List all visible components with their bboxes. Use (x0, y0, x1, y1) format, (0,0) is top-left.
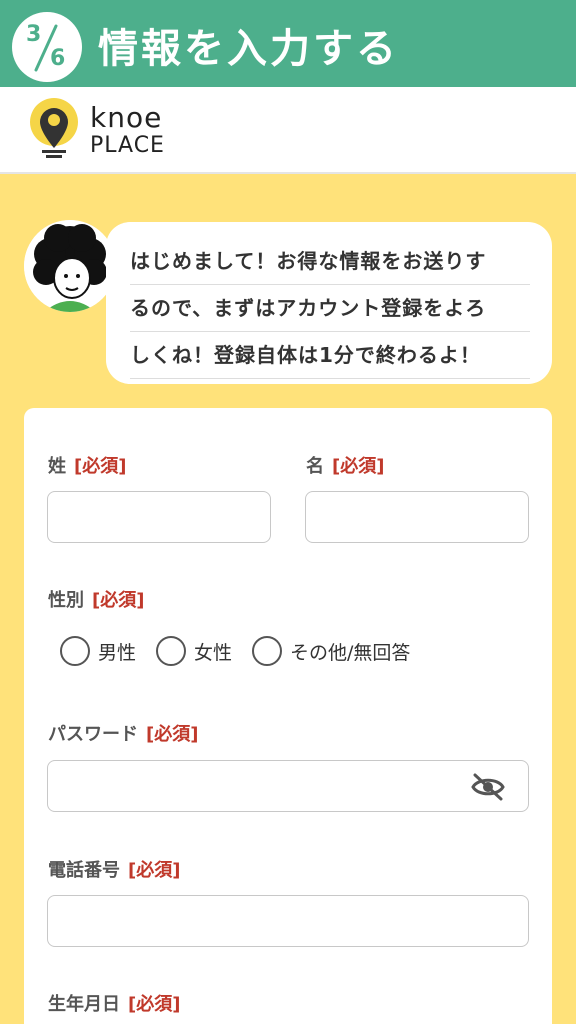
bubble-line: しくね！登録自体は1分で終わるよ！ (130, 332, 530, 379)
logo-pin-icon (30, 98, 78, 158)
first-name-label: 名 [必須] (306, 452, 384, 478)
logo-text-knot: knoe (90, 101, 163, 134)
password-input[interactable] (47, 760, 529, 812)
step-indicator: 3 6 (12, 12, 82, 82)
gender-radio-male[interactable] (60, 636, 90, 666)
gender-radio-female[interactable] (156, 636, 187, 666)
first-name-label-text: 名 (306, 456, 324, 477)
birthdate-label: 生年月日 [必須] (48, 990, 180, 1016)
required-badge: [必須] (332, 456, 385, 477)
birthdate-label-text: 生年月日 (48, 994, 120, 1015)
required-badge: [必須] (128, 860, 181, 881)
phone-label-text: 電話番号 (48, 860, 120, 881)
bubble-line: るので、まずはアカウント登録をよろ (130, 285, 530, 332)
step-slash-icon (34, 24, 58, 72)
last-name-label: 姓 [必須] (48, 452, 126, 478)
first-name-input[interactable] (305, 491, 529, 543)
gender-radio-group: 男性 女性 その他/無回答 (60, 636, 430, 666)
bubble-line: はじめまして！お得な情報をお送りす (130, 238, 530, 285)
password-label: パスワード [必須] (48, 720, 198, 746)
step-total: 6 (50, 46, 66, 71)
registration-form: 姓 [必須] 名 [必須] 性別 [必須] 男性 女性 その他/無回答 パスワード [必… (24, 408, 552, 1024)
avatar (24, 220, 116, 312)
password-label-text: パスワード (48, 724, 138, 745)
last-name-label-text: 姓 (48, 456, 66, 477)
required-badge: [必須] (128, 994, 181, 1015)
step-banner: 3 6 情報を入力する (0, 0, 576, 87)
gender-option-female[interactable]: 女性 (194, 638, 232, 665)
required-badge: [必須] (74, 456, 127, 477)
gender-label-text: 性別 (48, 590, 84, 611)
gender-radio-other[interactable] (252, 636, 283, 666)
header: knoe PLACE (0, 87, 576, 174)
logo-text-place: PLACE (90, 133, 165, 158)
speech-bubble: はじめまして！お得な情報をお送りす るので、まずはアカウント登録をよろ しくね！… (106, 222, 552, 384)
phone-label: 電話番号 [必須] (48, 856, 180, 882)
required-badge: [必須] (146, 724, 199, 745)
gender-option-male[interactable]: 男性 (98, 638, 136, 665)
gender-option-other[interactable]: その他/無回答 (290, 638, 410, 665)
required-badge: [必須] (92, 590, 145, 611)
step-title: 情報を入力する (98, 26, 399, 72)
gender-label: 性別 [必須] (48, 586, 144, 612)
eye-off-icon[interactable] (470, 773, 506, 801)
last-name-input[interactable] (47, 491, 271, 543)
phone-input[interactable] (47, 895, 529, 947)
character-icon (24, 220, 116, 312)
